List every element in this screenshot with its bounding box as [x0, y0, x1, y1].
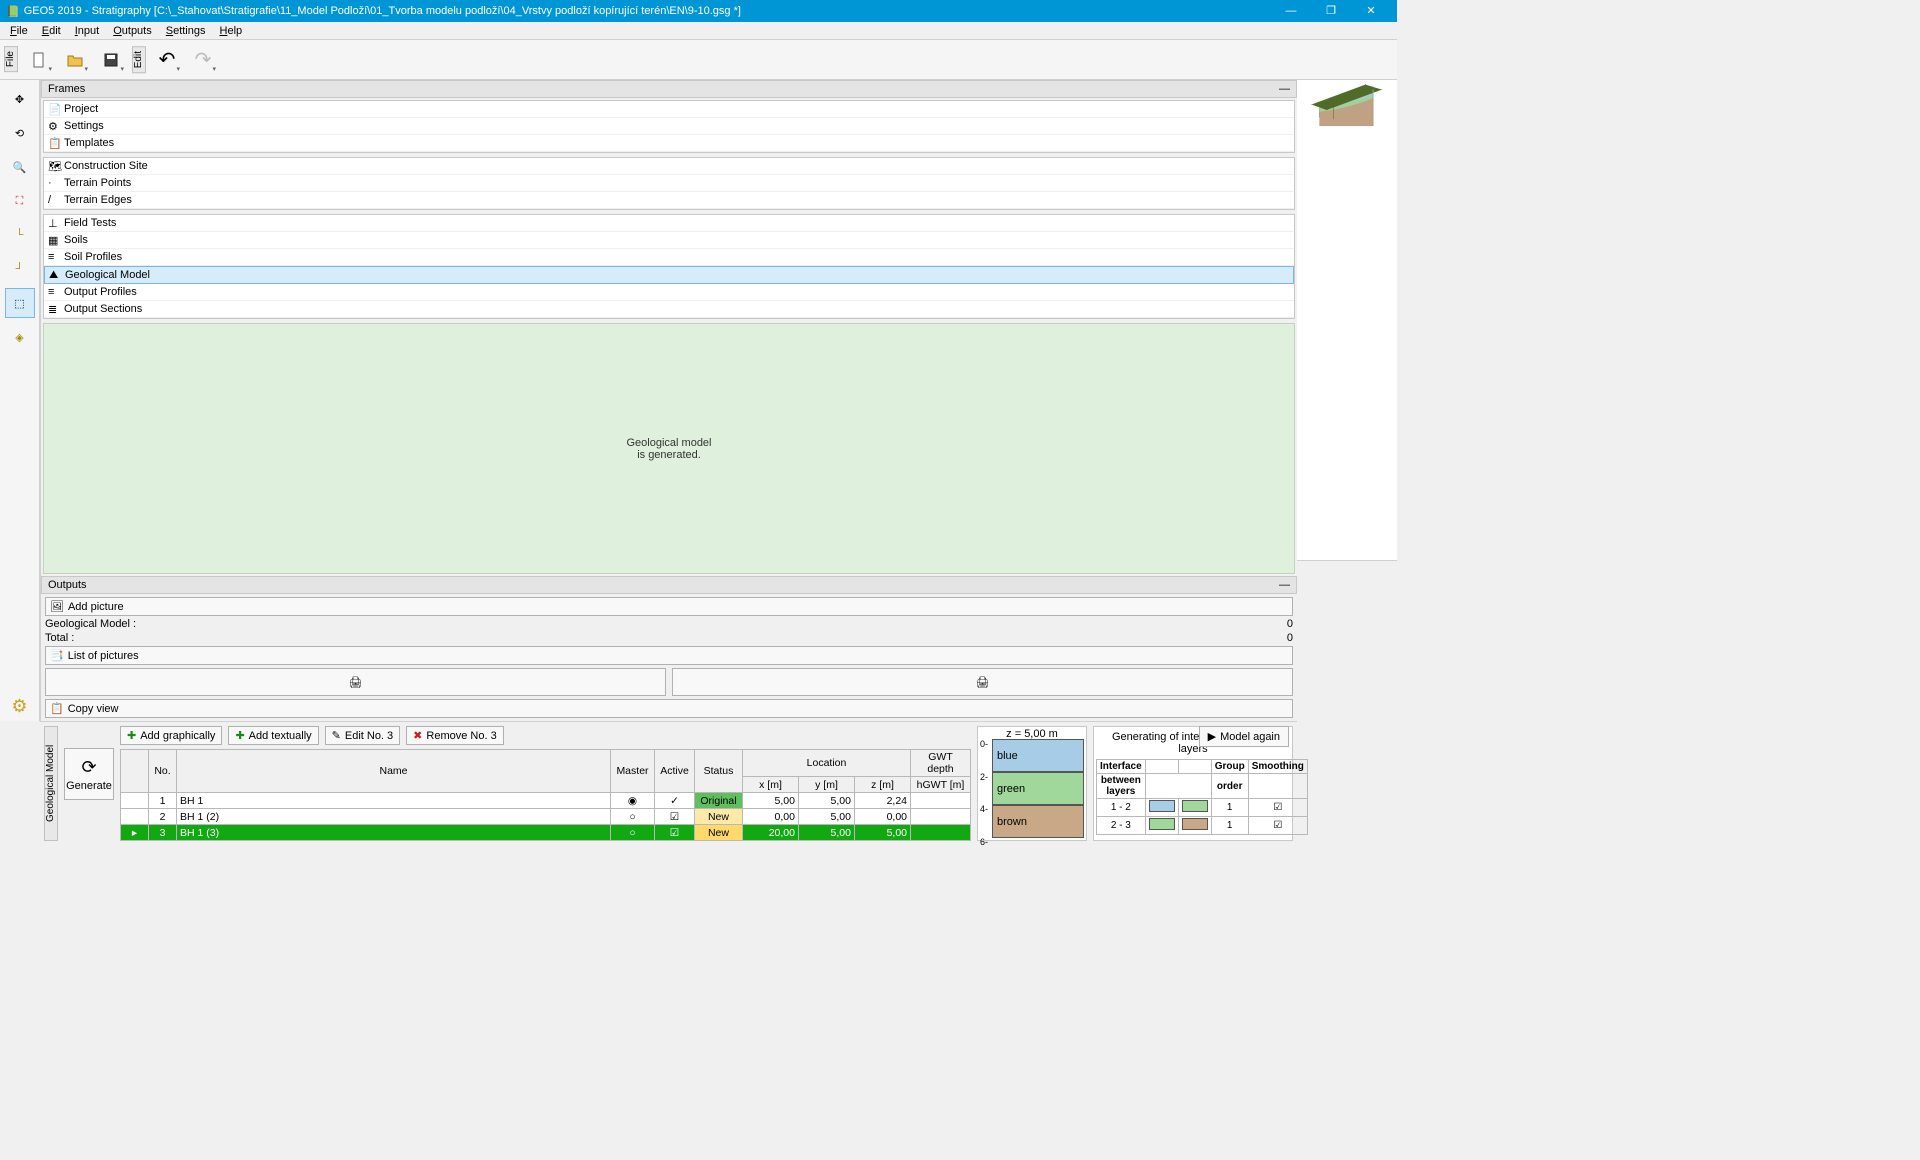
extents-tool[interactable]: ⛶ — [5, 186, 35, 216]
frame-soil-profiles[interactable]: ≡Soil Profiles — [44, 249, 1294, 266]
total-count-label: Total : — [45, 632, 74, 644]
view-tools: ✥ ⟲ 🔍 ⛶ └ ┘ ⬚ ◈ ⚙ — [0, 80, 40, 721]
frames-header: Frames — — [41, 80, 1297, 98]
frames-minimize[interactable]: — — [1279, 83, 1290, 95]
remove-button[interactable]: ✖Remove No. 3 — [406, 726, 504, 745]
menu-bar: File Edit Input Outputs Settings Help — [0, 22, 1397, 40]
viewport-3d[interactable]: BH 1 (2) BH 1 BH 1 (3) — [1297, 80, 1397, 561]
redo-button[interactable]: ↷ — [188, 45, 218, 75]
model-again-button[interactable]: ▶Model again — [1199, 726, 1289, 747]
file-tab[interactable]: File — [4, 46, 18, 72]
add-picture-button[interactable]: 🖼Add picture — [45, 597, 1293, 616]
geo-model-count-label: Geological Model : — [45, 618, 136, 630]
settings-gear[interactable]: ⚙ — [5, 691, 35, 721]
print-button[interactable]: 🖨 — [45, 668, 666, 696]
wire-view-tool[interactable]: ◈ — [5, 322, 35, 352]
add-graphically-button[interactable]: ✚Add graphically — [120, 726, 222, 745]
outputs-header: Outputs — — [41, 576, 1297, 594]
frame-geological-model[interactable]: ⛰Geological Model — [44, 266, 1294, 284]
legend-layer: blue — [992, 739, 1084, 772]
interface-row[interactable]: 2 - 31☑ — [1097, 817, 1308, 835]
new-file-button[interactable] — [24, 45, 54, 75]
frame-templates[interactable]: 📋Templates — [44, 135, 1294, 152]
frame-output-sections[interactable]: ≣Output Sections — [44, 301, 1294, 318]
maximize-button[interactable]: ❐ — [1311, 0, 1351, 22]
save-file-button[interactable] — [96, 45, 126, 75]
zoom-window-tool[interactable]: 🔍 — [5, 152, 35, 182]
undo-button[interactable]: ↶ — [152, 45, 182, 75]
copy-view-button[interactable]: 📋Copy view — [45, 699, 1293, 718]
edit-button[interactable]: ✎Edit No. 3 — [325, 726, 401, 745]
generate-button[interactable]: ⟳ Generate — [64, 748, 114, 800]
main-toolbar: File Edit ↶ ↷ — [0, 40, 1397, 80]
open-file-button[interactable] — [60, 45, 90, 75]
right-panel: Frames — 📄Project ⚙Settings 📋Templates 🗺… — [40, 80, 1297, 721]
pan-tool[interactable]: ✥ — [5, 84, 35, 114]
soil-legend: z = 5,00 m 0-2-4-6- bluegreenbrown — [977, 726, 1087, 841]
geo-model-count: 0 — [1287, 618, 1293, 630]
title-bar: 📗 GEO5 2019 - Stratigraphy [C:\_Stahovat… — [0, 0, 1397, 22]
solid-view-tool[interactable]: ⬚ — [5, 288, 35, 318]
axes2-tool[interactable]: ┘ — [5, 254, 35, 284]
frame-field-tests[interactable]: ⊥Field Tests — [44, 215, 1294, 232]
model-status: Geological model is generated. — [43, 323, 1295, 574]
outputs-panel: 🖼Add picture Geological Model : 0 Total :… — [41, 594, 1297, 721]
window-title: GEO5 2019 - Stratigraphy [C:\_Stahovat\S… — [24, 5, 1271, 17]
interfaces-table[interactable]: InterfaceGroupSmoothing between layersor… — [1096, 759, 1308, 835]
frame-terrain-points[interactable]: ·Terrain Points — [44, 175, 1294, 192]
menu-input[interactable]: Input — [69, 24, 105, 38]
interface-row[interactable]: 1 - 21☑ — [1097, 799, 1308, 817]
frame-terrain-edges[interactable]: /Terrain Edges — [44, 192, 1294, 209]
list-pictures-button[interactable]: 📑List of pictures — [45, 646, 1293, 665]
add-textually-button[interactable]: ✚Add textually — [228, 726, 318, 745]
menu-help[interactable]: Help — [214, 24, 249, 38]
frame-construction-site[interactable]: 🗺Construction Site — [44, 158, 1294, 175]
axes-tool[interactable]: └ — [5, 220, 35, 250]
rotate-tool[interactable]: ⟲ — [5, 118, 35, 148]
table-row[interactable]: 2BH 1 (2)○☑New0,005,000,00 — [121, 809, 971, 825]
edit-tab[interactable]: Edit — [132, 46, 146, 73]
geological-model-tab[interactable]: Geological Model — [44, 726, 58, 841]
outputs-minimize[interactable]: — — [1279, 579, 1290, 591]
close-button[interactable]: ✕ — [1351, 0, 1391, 22]
frames-title: Frames — [48, 83, 85, 95]
frame-output-profiles[interactable]: ≡Output Profiles — [44, 284, 1294, 301]
menu-edit[interactable]: Edit — [36, 24, 67, 38]
legend-layer: green — [992, 772, 1084, 805]
app-icon: 📗 — [6, 5, 20, 18]
minimize-button[interactable]: — — [1271, 0, 1311, 22]
legend-layer: brown — [992, 805, 1084, 838]
total-count: 0 — [1287, 632, 1293, 644]
menu-file[interactable]: File — [4, 24, 34, 38]
frame-project[interactable]: 📄Project — [44, 101, 1294, 118]
frame-settings[interactable]: ⚙Settings — [44, 118, 1294, 135]
label-bh13: BH 1 (3) — [1371, 86, 1375, 88]
menu-outputs[interactable]: Outputs — [107, 24, 158, 38]
outputs-title: Outputs — [48, 579, 87, 591]
borehole-table[interactable]: No. Name Master Active Status Location G… — [120, 749, 971, 841]
frames-list: 📄Project ⚙Settings 📋Templates — [43, 100, 1295, 153]
menu-settings[interactable]: Settings — [160, 24, 212, 38]
print-color-button[interactable]: 🖨 — [672, 668, 1293, 696]
table-row[interactable]: 1BH 1◉✓Original5,005,002,24 — [121, 793, 971, 809]
bottom-panel: Geological Model ⟳ Generate ✚Add graphic… — [40, 721, 1297, 845]
frame-soils[interactable]: ▦Soils — [44, 232, 1294, 249]
table-row[interactable]: ▸3BH 1 (3)○☑New20,005,005,00 — [121, 825, 971, 841]
